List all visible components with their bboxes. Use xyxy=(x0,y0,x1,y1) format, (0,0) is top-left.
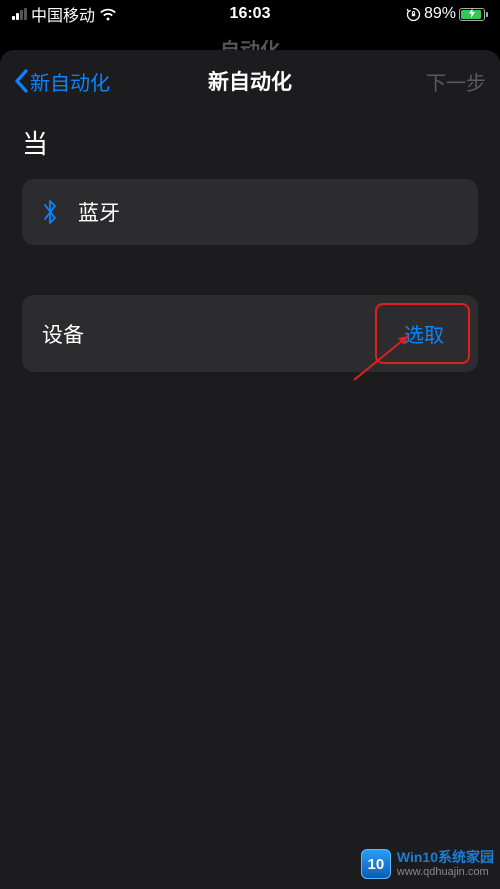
bluetooth-label: 蓝牙 xyxy=(78,197,120,227)
device-label: 设备 xyxy=(42,319,84,349)
watermark-title: Win10系统家园 xyxy=(397,850,494,865)
wifi-icon xyxy=(99,8,117,21)
status-time: 16:03 xyxy=(230,5,271,23)
section-when-label: 当 xyxy=(22,124,478,161)
nav-bar: 新自动化 新自动化 下一步 xyxy=(0,50,500,112)
status-bar: 中国移动 16:03 89% xyxy=(0,0,500,28)
watermark-badge: 10 xyxy=(361,849,391,879)
background-title: 自动化 xyxy=(0,28,500,50)
watermark: 10 Win10系统家园 www.qdhuajin.com xyxy=(361,849,494,879)
back-button[interactable]: 新自动化 xyxy=(14,67,110,96)
rotation-lock-icon xyxy=(406,7,421,22)
status-right: 89% xyxy=(406,5,488,23)
signal-icon xyxy=(12,8,27,20)
content-area: 当 蓝牙 设备 选取 xyxy=(0,112,500,434)
bluetooth-icon xyxy=(42,199,58,225)
battery-percent: 89% xyxy=(424,5,456,23)
device-row: 设备 选取 xyxy=(22,295,478,372)
battery-icon xyxy=(459,8,488,21)
back-label: 新自动化 xyxy=(30,67,110,96)
nav-title: 新自动化 xyxy=(208,66,292,96)
chevron-left-icon xyxy=(14,69,28,93)
next-button[interactable]: 下一步 xyxy=(426,67,486,96)
carrier-label: 中国移动 xyxy=(31,2,95,26)
modal-sheet: 新自动化 新自动化 下一步 当 蓝牙 设备 选取 xyxy=(0,50,500,889)
watermark-url: www.qdhuajin.com xyxy=(397,866,494,878)
bluetooth-row[interactable]: 蓝牙 xyxy=(22,179,478,245)
choose-button[interactable]: 选取 xyxy=(390,313,458,354)
status-left: 中国移动 xyxy=(12,2,117,26)
